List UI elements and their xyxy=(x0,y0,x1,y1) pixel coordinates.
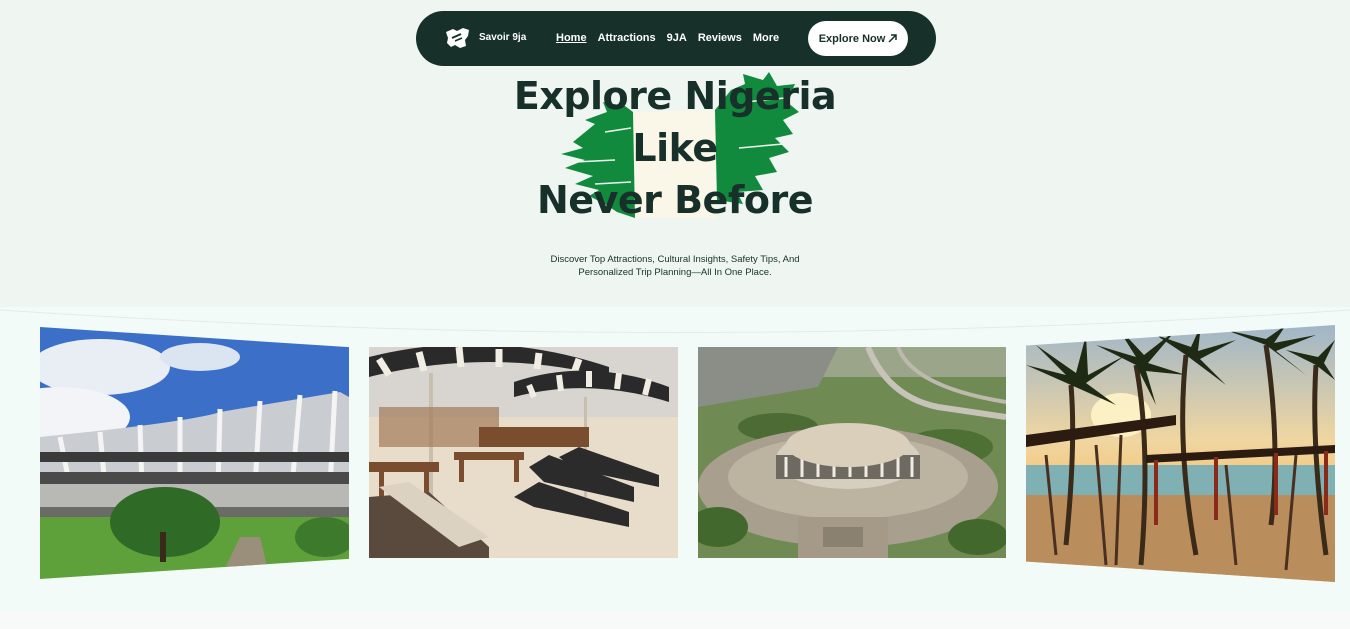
explore-now-label: Explore Now xyxy=(818,32,886,45)
brand-name[interactable]: Savoir 9ja xyxy=(479,32,526,43)
nav-link-attractions[interactable]: Attractions xyxy=(598,32,656,44)
palm-beach-sunset-photo[interactable] xyxy=(1026,325,1335,582)
subtitle-line-2: Personalized Trip Planning—All In One Pl… xyxy=(578,267,772,278)
beach-lounge-photo[interactable] xyxy=(369,347,678,558)
headline-line-2: Like xyxy=(632,126,718,170)
nav-link-home[interactable]: Home xyxy=(556,32,587,44)
navbar: Savoir 9ja Home Attractions 9JA Reviews … xyxy=(416,11,936,66)
hero-subtitle: Discover Top Attractions, Cultural Insig… xyxy=(520,253,830,279)
nav-link-9ja[interactable]: 9JA xyxy=(667,32,687,44)
nigeria-map-logo-icon[interactable] xyxy=(443,26,471,50)
headline-line-3: Never Before xyxy=(537,178,813,222)
page-bottom-strip xyxy=(0,611,1350,629)
national-theatre-photo[interactable] xyxy=(40,327,349,579)
nav-link-reviews[interactable]: Reviews xyxy=(698,32,742,44)
headline-line-1: Explore Nigeria xyxy=(513,74,837,118)
hero-headline: Explore Nigeria Like Never Before xyxy=(475,70,875,226)
nav-links: Home Attractions 9JA Reviews More xyxy=(556,32,779,44)
aerial-theatre-photo[interactable] xyxy=(698,347,1006,558)
arrow-up-right-icon xyxy=(888,34,898,43)
explore-now-button[interactable]: Explore Now xyxy=(808,21,908,56)
gallery-bottom-curve xyxy=(0,567,1350,612)
subtitle-line-1: Discover Top Attractions, Cultural Insig… xyxy=(550,254,800,265)
nav-link-more[interactable]: More xyxy=(753,32,779,44)
